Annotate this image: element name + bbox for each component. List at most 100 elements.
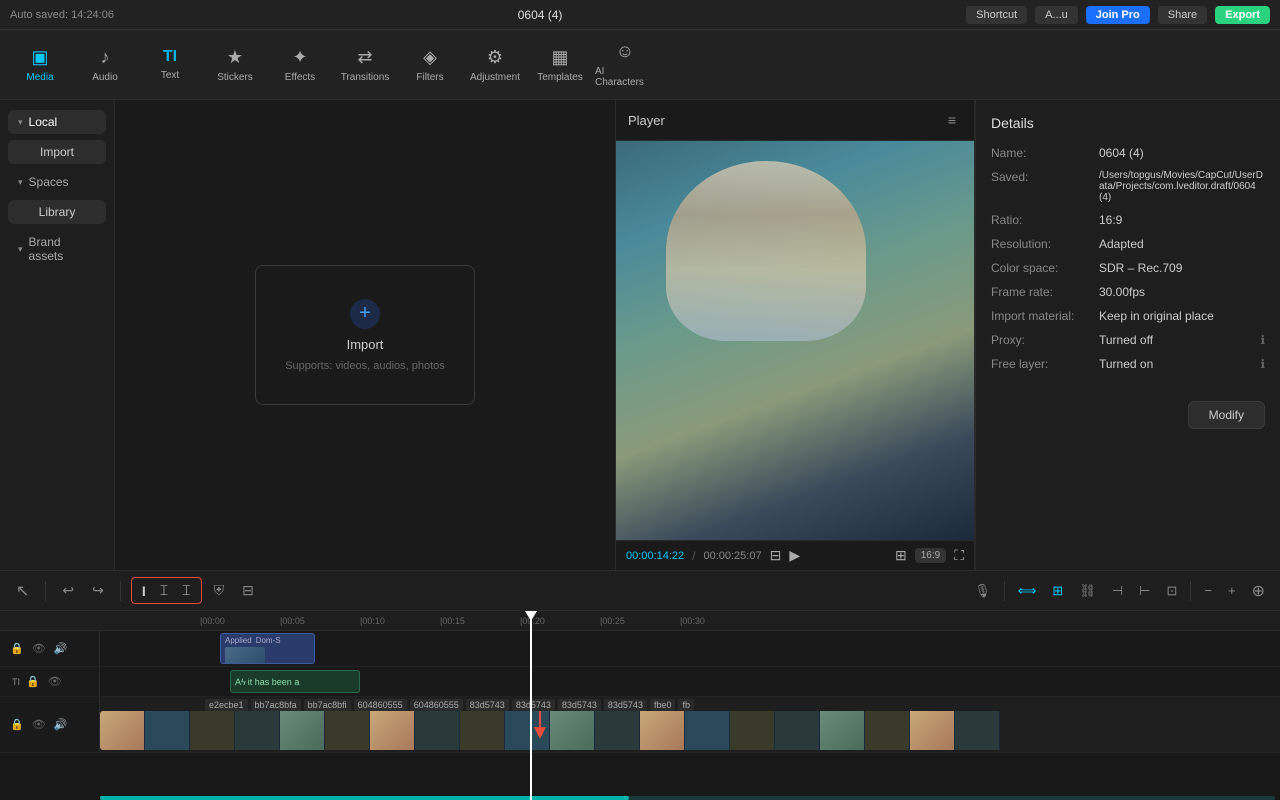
distribute-button[interactable]: ⊢	[1134, 580, 1155, 602]
detail-row-resolution: Resolution: Adapted	[991, 237, 1265, 251]
tool-adjustment[interactable]: ⚙ Adjustment	[465, 35, 525, 95]
ruler-mark-5: |00:25	[600, 616, 680, 626]
thumbnail-strip[interactable]	[100, 711, 1275, 750]
detail-label-freelayer: Free layer:	[991, 357, 1091, 371]
tool-effects[interactable]: ✦ Effects	[270, 35, 330, 95]
project-name: 0604 (4)	[518, 8, 563, 22]
track-controls-video: 🔒 👁 🔊	[0, 697, 100, 752]
tool-audio[interactable]: ♪ Audio	[75, 35, 135, 95]
thumb-3	[190, 711, 235, 750]
stickers-label: Stickers	[217, 72, 253, 83]
track-eye-subtitle[interactable]: 👁	[46, 673, 64, 690]
redo-button[interactable]: ↪	[86, 578, 110, 603]
proxy-info-icon[interactable]: ℹ	[1260, 333, 1265, 347]
import-zone[interactable]: + Import Supports: videos, audios, photo…	[255, 265, 475, 405]
fullscreen-button[interactable]: ⛶	[954, 547, 964, 564]
sidebar-item-spaces[interactable]: ▾ Spaces	[8, 170, 106, 194]
left-sidebar: ▾ Local Import ▾ Spaces Library ▾ Brand …	[0, 100, 115, 570]
main-toolbar: ▣ Media ♪ Audio TI Text ★ Stickers ✦ Eff…	[0, 30, 1280, 100]
player-menu-button[interactable]: ≡	[942, 108, 962, 132]
text-format-group: I ⌶ ⌶	[131, 577, 202, 604]
split-link-button[interactable]: ⟺	[1013, 580, 1042, 602]
track-eye-sticker[interactable]: 👁	[30, 640, 48, 657]
detail-row-saved: Saved: /Users/topgus/Movies/CapCut/UserD…	[991, 170, 1265, 203]
track-content-sticker: Applied Dom-S	[100, 631, 1280, 666]
merge-button[interactable]: ⊞	[1047, 580, 1068, 602]
clip-id-labels: e2ecbe1 bb7ac8bfa bb7ac8bfi 604860555 60…	[205, 699, 694, 711]
sticker-clip[interactable]: Applied Dom-S	[220, 633, 315, 664]
add-track-button[interactable]: ⊕	[1247, 578, 1270, 604]
thumb-13	[640, 711, 685, 750]
track-eye-video[interactable]: 👁	[30, 716, 48, 733]
tool-text[interactable]: TI Text	[140, 35, 200, 95]
clip-id-8: 83d5743	[558, 699, 601, 711]
track-lock-video[interactable]: 🔒	[8, 716, 26, 733]
library-button[interactable]: Library	[8, 200, 106, 224]
user-button[interactable]: A...u	[1035, 6, 1078, 24]
align-button[interactable]: ⊣	[1107, 580, 1128, 602]
play-button[interactable]: ▶	[789, 547, 800, 564]
subtitle-clip[interactable]: Aϟ it has been a	[230, 670, 360, 693]
transitions-label: Transitions	[341, 72, 390, 83]
timeline-tracks: |00:00 |00:05 |00:10 |00:15 |00:20 |00:2…	[0, 611, 1280, 800]
zoom-in-button[interactable]: +	[1223, 580, 1241, 601]
text-align-left-button[interactable]: I	[136, 581, 152, 601]
shortcut-button[interactable]: Shortcut	[966, 6, 1027, 24]
clip-id-9: 83d5743	[604, 699, 647, 711]
track-audio-video[interactable]: 🔊	[52, 716, 70, 733]
text-align-right-button[interactable]: ⌶	[176, 580, 196, 601]
undo-button[interactable]: ↩	[56, 578, 80, 603]
subtitle-text: it has been a	[248, 677, 300, 687]
thumb-19	[910, 711, 955, 750]
detail-row-colorspace: Color space: SDR – Rec.709	[991, 261, 1265, 275]
media-area: + Import Supports: videos, audios, photo…	[115, 100, 615, 570]
detail-label-ratio: Ratio:	[991, 213, 1091, 227]
stickers-icon: ★	[227, 47, 243, 68]
thumbnail-button[interactable]: ⊡	[1162, 580, 1183, 602]
track-content-subtitle: Aϟ it has been a	[100, 667, 1280, 696]
detail-label-name: Name:	[991, 146, 1091, 160]
track-lock-sticker[interactable]: 🔒	[8, 640, 26, 657]
tool-transitions[interactable]: ⇄ Transitions	[335, 35, 395, 95]
tool-templates[interactable]: ▦ Templates	[530, 35, 590, 95]
tool-media[interactable]: ▣ Media	[10, 35, 70, 95]
import-button[interactable]: Import	[8, 140, 106, 164]
clip-id-5: 604860555	[410, 699, 463, 711]
track-audio-sticker[interactable]: 🔊	[52, 640, 70, 657]
tool-filters[interactable]: ◈ Filters	[400, 35, 460, 95]
grid-view-button[interactable]: ⊟	[770, 547, 782, 564]
modify-button[interactable]: Modify	[1188, 401, 1265, 429]
protect-button[interactable]: ⛨	[208, 578, 231, 603]
right-divider-2	[1190, 581, 1191, 601]
text-track-icon: TI	[8, 677, 20, 687]
tool-stickers[interactable]: ★ Stickers	[205, 35, 265, 95]
track-row-video: 🔒 👁 🔊 e2ecbe1 bb7ac8bfa bb7ac8bfi 604860…	[0, 697, 1280, 753]
crop-button[interactable]: ⊞	[895, 547, 907, 564]
audio-icon: ♪	[101, 47, 110, 68]
main-content: ▾ Local Import ▾ Spaces Library ▾ Brand …	[0, 100, 1280, 570]
sidebar-item-brand-assets[interactable]: ▾ Brand assets	[8, 230, 106, 268]
cursor-tool-button[interactable]: ↖	[10, 577, 35, 605]
top-bar-actions: Shortcut A...u Join Pro Share Export	[966, 6, 1270, 24]
text-align-center-button[interactable]: ⌶	[154, 580, 174, 601]
zoom-out-button[interactable]: −	[1199, 580, 1217, 601]
mic-button[interactable]: 🎙	[969, 580, 996, 602]
tool-ai-characters[interactable]: ☺ AI Characters	[595, 35, 655, 95]
image-add-button[interactable]: ⊟	[236, 578, 260, 603]
share-button[interactable]: Share	[1158, 6, 1207, 24]
clip-id-1: e2ecbe1	[205, 699, 248, 711]
spaces-label: Spaces	[29, 175, 69, 189]
detail-row-name: Name: 0604 (4)	[991, 146, 1265, 160]
ruler-marks: |00:00 |00:05 |00:10 |00:15 |00:20 |00:2…	[200, 616, 1280, 626]
ruler-mark-0: |00:00	[200, 616, 280, 626]
join-pro-button[interactable]: Join Pro	[1086, 6, 1150, 24]
freelayer-info-icon[interactable]: ℹ	[1260, 357, 1265, 371]
track-lock-subtitle[interactable]: 🔒	[24, 673, 42, 690]
export-button[interactable]: Export	[1215, 6, 1270, 24]
sidebar-item-local[interactable]: ▾ Local	[8, 110, 106, 134]
track-controls-sticker: 🔒 👁 🔊	[0, 631, 100, 666]
chain-button[interactable]: ⛓	[1074, 580, 1101, 602]
top-bar: Auto saved: 14:24:06 0604 (4) Shortcut A…	[0, 0, 1280, 30]
transitions-icon: ⇄	[357, 47, 372, 68]
local-arrow: ▾	[18, 117, 23, 128]
